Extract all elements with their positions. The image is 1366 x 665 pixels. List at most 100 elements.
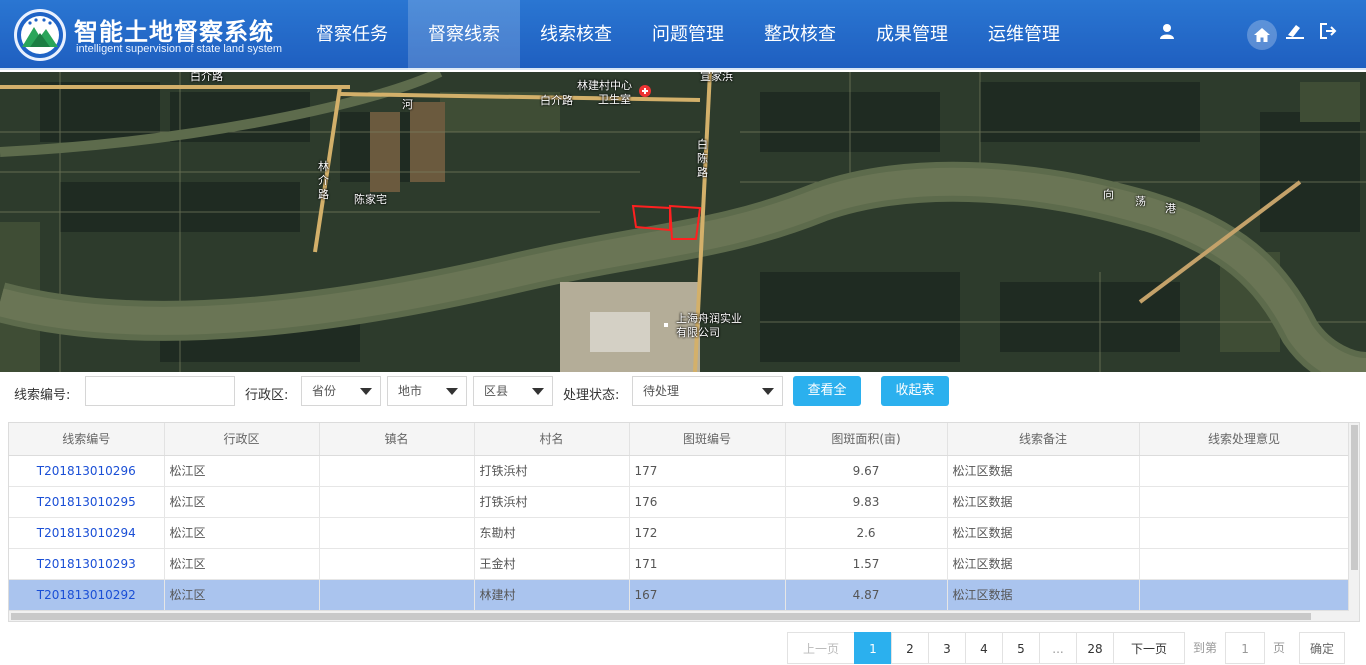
collapse-table-button[interactable]: 收起表格 xyxy=(881,376,949,428)
region-label: 行政区: xyxy=(245,388,289,403)
logout-icon[interactable] xyxy=(1315,22,1341,48)
table-row[interactable]: T201813010293 松江区 王金村 171 1.57 松江区数据 xyxy=(9,548,1350,580)
page-ellipsis: ... xyxy=(1039,632,1077,664)
clue-code-link[interactable]: T201813010295 xyxy=(9,486,165,518)
cell-area: 9.83 xyxy=(785,486,948,518)
cell-spot: 172 xyxy=(629,517,786,549)
clue-code-link[interactable]: T201813010293 xyxy=(9,548,165,580)
clue-code-link[interactable]: T201813010294 xyxy=(9,517,165,549)
table-header-row: 线索编号 行政区 镇名 村名 图斑编号 图斑面积(亩) 线索备注 线索处理意见 xyxy=(9,423,1350,456)
map-label-river: 港 xyxy=(1165,202,1176,215)
cell-note: 松江区数据 xyxy=(947,455,1140,487)
cell-spot: 167 xyxy=(629,579,786,611)
table-row[interactable]: T201813010296 松江区 打铁浜村 177 9.67 松江区数据 xyxy=(9,455,1350,487)
view-all-button[interactable]: 查看全部 xyxy=(793,376,861,428)
chevron-down-icon xyxy=(360,388,372,395)
map-label-river: 河 xyxy=(402,98,413,111)
cell-note: 松江区数据 xyxy=(947,486,1140,518)
page-button[interactable]: 4 xyxy=(965,632,1003,664)
cell-spot: 176 xyxy=(629,486,786,518)
map-label-river: 向 xyxy=(1103,188,1114,201)
status-select-value: 待处理 xyxy=(643,384,680,398)
nav-ops[interactable]: 运维管理 xyxy=(968,0,1080,70)
app-title: 智能土地督察系统 xyxy=(74,18,274,46)
col-header-spot[interactable]: 图斑编号 xyxy=(629,423,786,456)
cell-opinion xyxy=(1139,517,1350,549)
col-header-town[interactable]: 镇名 xyxy=(319,423,475,456)
cell-region: 松江区 xyxy=(164,579,320,611)
col-header-village[interactable]: 村名 xyxy=(474,423,630,456)
user-icon[interactable] xyxy=(1154,22,1180,48)
cell-area: 2.6 xyxy=(785,517,948,549)
clue-code-link[interactable]: T201813010292 xyxy=(9,579,165,611)
page-button[interactable]: 5 xyxy=(1002,632,1040,664)
page-button[interactable]: 28 xyxy=(1076,632,1114,664)
cell-town xyxy=(319,486,475,518)
cell-town xyxy=(319,548,475,580)
clue-table: 线索编号 行政区 镇名 村名 图斑编号 图斑面积(亩) 线索备注 线索处理意见 … xyxy=(8,422,1360,622)
clue-code-label: 线索编号: xyxy=(14,388,71,403)
table-row[interactable]: T201813010295 松江区 打铁浜村 176 9.83 松江区数据 xyxy=(9,486,1350,518)
cell-region: 松江区 xyxy=(164,548,320,580)
nav-result[interactable]: 成果管理 xyxy=(856,0,968,70)
pagination: 上一页 1 2 3 4 5 ... 28 下一页 到第 1 页 确定 xyxy=(787,632,1346,664)
map-label-river: 荡 xyxy=(1135,195,1146,208)
nav-clue[interactable]: 督察线索 xyxy=(408,0,520,70)
cell-area: 9.67 xyxy=(785,455,948,487)
cell-town xyxy=(319,517,475,549)
nav-task[interactable]: 督察任务 xyxy=(296,0,408,70)
col-header-region[interactable]: 行政区 xyxy=(164,423,320,456)
page-button[interactable]: 2 xyxy=(891,632,929,664)
col-header-opinion[interactable]: 线索处理意见 xyxy=(1139,423,1350,456)
satellite-map[interactable]: 白介路 白介路 林建村中心 卫生室 宣家浜 河 林介路 白陈路 陈家宅 上海舟润… xyxy=(0,72,1366,372)
cell-village: 王金村 xyxy=(474,548,630,580)
clue-code-link[interactable]: T201813010296 xyxy=(9,455,165,487)
scrollbar-thumb[interactable] xyxy=(11,613,1311,620)
cell-area: 4.87 xyxy=(785,579,948,611)
scrollbar-thumb[interactable] xyxy=(1351,425,1358,570)
city-select-value: 地市 xyxy=(398,384,423,398)
goto-page-input[interactable]: 1 xyxy=(1225,632,1266,664)
app-header: 智能土地督察系统 intelligent supervision of stat… xyxy=(0,0,1366,70)
table-vertical-scrollbar[interactable] xyxy=(1348,423,1359,621)
col-header-area[interactable]: 图斑面积(亩) xyxy=(785,423,948,456)
county-select[interactable]: 区县 xyxy=(473,376,553,406)
col-header-code[interactable]: 线索编号 xyxy=(9,423,165,456)
cell-opinion xyxy=(1139,548,1350,580)
cell-area: 1.57 xyxy=(785,548,948,580)
table-horizontal-scrollbar[interactable] xyxy=(9,610,1349,621)
nav-issue[interactable]: 问题管理 xyxy=(632,0,744,70)
city-select[interactable]: 地市 xyxy=(387,376,467,406)
cell-opinion xyxy=(1139,486,1350,518)
map-label-road: 白介路 xyxy=(190,72,223,83)
page-unit-label: 页 xyxy=(1273,641,1286,655)
county-select-value: 区县 xyxy=(484,384,509,398)
cell-note: 松江区数据 xyxy=(947,517,1140,549)
goto-confirm-button[interactable]: 确定 xyxy=(1299,632,1346,664)
app-logo xyxy=(14,9,66,61)
map-label-road: 林介路 xyxy=(318,160,329,201)
map-label-company: 有限公司 xyxy=(676,326,720,339)
page-button[interactable]: 3 xyxy=(928,632,966,664)
table-row[interactable]: T201813010294 松江区 东勘村 172 2.6 松江区数据 xyxy=(9,517,1350,549)
prev-page-button[interactable]: 上一页 xyxy=(787,632,855,664)
cell-village: 打铁浜村 xyxy=(474,455,630,487)
clear-icon[interactable] xyxy=(1282,22,1308,48)
cell-town xyxy=(319,579,475,611)
nav-rectify[interactable]: 整改核查 xyxy=(744,0,856,70)
clue-code-input[interactable] xyxy=(85,376,235,406)
province-select[interactable]: 省份 xyxy=(301,376,381,406)
nav-clue-check[interactable]: 线索核查 xyxy=(520,0,632,70)
table-row-selected[interactable]: T201813010292 松江区 林建村 167 4.87 松江区数据 xyxy=(9,579,1350,611)
chevron-down-icon xyxy=(762,388,774,395)
filter-bar: 线索编号: 行政区: 省份 地市 区县 处理状态: 待处理 查看全部 收起表格 xyxy=(0,372,1366,428)
col-header-note[interactable]: 线索备注 xyxy=(947,423,1140,456)
status-select[interactable]: 待处理 xyxy=(632,376,783,406)
cell-note: 松江区数据 xyxy=(947,579,1140,611)
next-page-button[interactable]: 下一页 xyxy=(1113,632,1185,664)
home-icon[interactable] xyxy=(1247,20,1277,50)
page-button[interactable]: 1 xyxy=(854,632,892,664)
cell-town xyxy=(319,455,475,487)
cell-village: 东勘村 xyxy=(474,517,630,549)
map-label-clinic: 卫生室 xyxy=(598,93,631,106)
